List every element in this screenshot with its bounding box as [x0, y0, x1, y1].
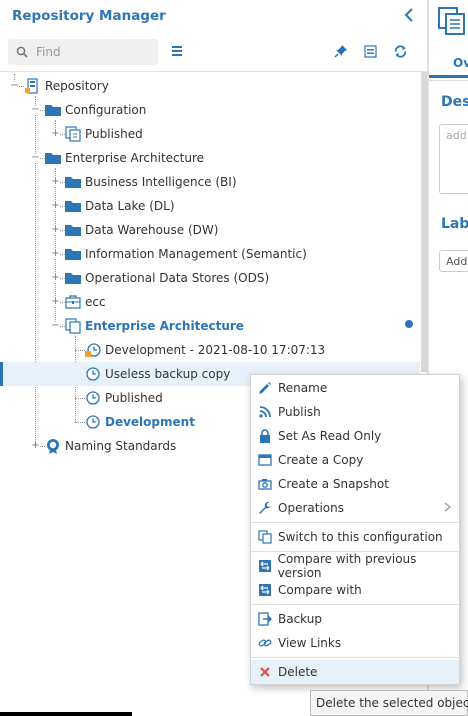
search-input[interactable]	[36, 44, 146, 59]
pin-icon[interactable]	[334, 44, 348, 61]
tree-item-label: ecc	[85, 295, 106, 309]
tree-item-label: Information Management (Semantic)	[85, 247, 307, 261]
folder-icon	[45, 150, 61, 166]
configuration-icon	[65, 318, 81, 334]
refresh-icon[interactable]	[393, 44, 408, 62]
link-icon	[257, 635, 273, 651]
menu-item-operations[interactable]: Operations	[251, 496, 459, 520]
tree-item-label: Configuration	[65, 103, 147, 117]
folder-icon	[65, 246, 81, 262]
tree-item-business-intelligence[interactable]: Business Intelligence (BI)	[0, 170, 420, 194]
tree-item-label: Development - 2021-08-10 17:07:13	[105, 343, 326, 357]
menu-item-compare-previous[interactable]: Compare with previous version	[251, 552, 459, 580]
menu-item-compare-with[interactable]: Compare with	[251, 578, 459, 602]
tree-item-label: Data Lake (DL)	[85, 199, 175, 213]
menu-item-create-snapshot[interactable]: Create a Snapshot	[251, 472, 459, 496]
backup-icon	[257, 611, 273, 627]
menu-separator	[251, 657, 459, 658]
toolbar	[0, 32, 427, 72]
chevron-right-icon	[444, 501, 452, 515]
compare-icon	[257, 558, 273, 574]
context-menu: Rename Publish Set As Read Only Create a…	[250, 374, 460, 685]
compare-icon	[257, 582, 273, 598]
tree-item-configuration[interactable]: Configuration	[0, 98, 420, 122]
tree-item-label: Enterprise Architecture	[85, 319, 244, 333]
naming-standards-icon	[45, 438, 61, 454]
add-label-button[interactable]: Add	[439, 250, 468, 272]
tree-item-data-warehouse[interactable]: Data Warehouse (DW)	[0, 218, 420, 242]
tree-item-label: Data Warehouse (DW)	[85, 223, 219, 237]
camera-icon	[257, 476, 273, 492]
lock-icon	[257, 428, 273, 444]
collapse-all-icon[interactable]	[364, 45, 377, 61]
rss-icon	[257, 404, 273, 420]
tree-item-label: Naming Standards	[65, 439, 177, 453]
tree-item-label: Repository	[45, 79, 109, 93]
app-window: Repository Manager Find − − + − + + + + …	[0, 0, 468, 716]
panel-title: Repository Manager	[12, 8, 166, 24]
tree-item-information-management[interactable]: Information Management (Semantic)	[0, 242, 420, 266]
folder-icon	[65, 174, 81, 190]
tree-item-label: Useless backup copy	[105, 367, 231, 381]
folder-icon	[45, 102, 61, 118]
search-icon	[16, 46, 28, 58]
menu-separator	[251, 522, 459, 523]
tree-item-ecc[interactable]: ecc	[0, 290, 420, 314]
tab-divider	[429, 80, 468, 81]
tooltip: Delete the selected object	[310, 690, 468, 716]
labels-heading: Labe	[441, 216, 468, 232]
clock-icon	[85, 414, 101, 430]
tree-item-repository[interactable]: Repository	[0, 74, 420, 98]
menu-item-create-copy[interactable]: Create a Copy	[251, 448, 459, 472]
tree-item-enterprise-architecture-folder[interactable]: Enterprise Architecture	[0, 146, 420, 170]
description-field[interactable]: add	[439, 124, 468, 194]
tree-item-label: Business Intelligence (BI)	[85, 175, 237, 189]
tree-item-label: Development	[105, 415, 195, 429]
current-configuration-indicator	[405, 320, 413, 328]
folder-icon	[65, 222, 81, 238]
switch-config-icon	[257, 529, 273, 545]
panel-header: Repository Manager	[0, 0, 427, 32]
folder-icon	[65, 198, 81, 214]
taskbar-fragment	[0, 712, 132, 716]
tree-item-data-lake[interactable]: Data Lake (DL)	[0, 194, 420, 218]
tree-item-published[interactable]: Published	[0, 122, 420, 146]
tree-item-operational-data-stores[interactable]: Operational Data Stores (ODS)	[0, 266, 420, 290]
tree-item-label: Published	[85, 127, 143, 141]
menu-item-delete[interactable]: Delete	[251, 660, 459, 684]
tab-overview[interactable]: Ov	[429, 48, 468, 78]
menu-icon[interactable]	[171, 45, 183, 60]
briefcase-icon	[65, 294, 81, 310]
copy-window-icon	[257, 452, 273, 468]
menu-separator	[251, 604, 459, 605]
menu-item-publish[interactable]: Publish	[251, 400, 459, 424]
menu-item-backup[interactable]: Backup	[251, 607, 459, 631]
locked-clock-icon	[85, 342, 101, 358]
configuration-icon	[65, 126, 81, 142]
tree-item-label: Published	[105, 391, 163, 405]
wrench-icon	[257, 500, 273, 516]
clock-icon	[85, 390, 101, 406]
tree-scrollbar[interactable]	[421, 72, 427, 372]
tree-item-development-snapshot[interactable]: Development - 2021-08-10 17:07:13	[0, 338, 420, 362]
description-heading: Desc	[441, 94, 468, 110]
menu-item-switch-configuration[interactable]: Switch to this configuration	[251, 525, 459, 549]
tree-item-label: Operational Data Stores (ODS)	[85, 271, 270, 285]
delete-x-icon	[257, 664, 273, 680]
configuration-large-icon	[437, 6, 467, 39]
pencil-icon	[257, 380, 273, 396]
tree-item-label: Enterprise Architecture	[65, 151, 205, 165]
chevron-left-icon[interactable]	[403, 6, 415, 27]
repository-icon	[25, 78, 41, 94]
menu-item-view-links[interactable]: View Links	[251, 631, 459, 655]
clock-icon	[85, 366, 101, 382]
menu-item-rename[interactable]: Rename	[251, 376, 459, 400]
tree-item-enterprise-architecture-config[interactable]: Enterprise Architecture	[0, 314, 420, 338]
folder-icon	[65, 270, 81, 286]
search-box[interactable]	[8, 38, 158, 65]
menu-item-set-read-only[interactable]: Set As Read Only	[251, 424, 459, 448]
